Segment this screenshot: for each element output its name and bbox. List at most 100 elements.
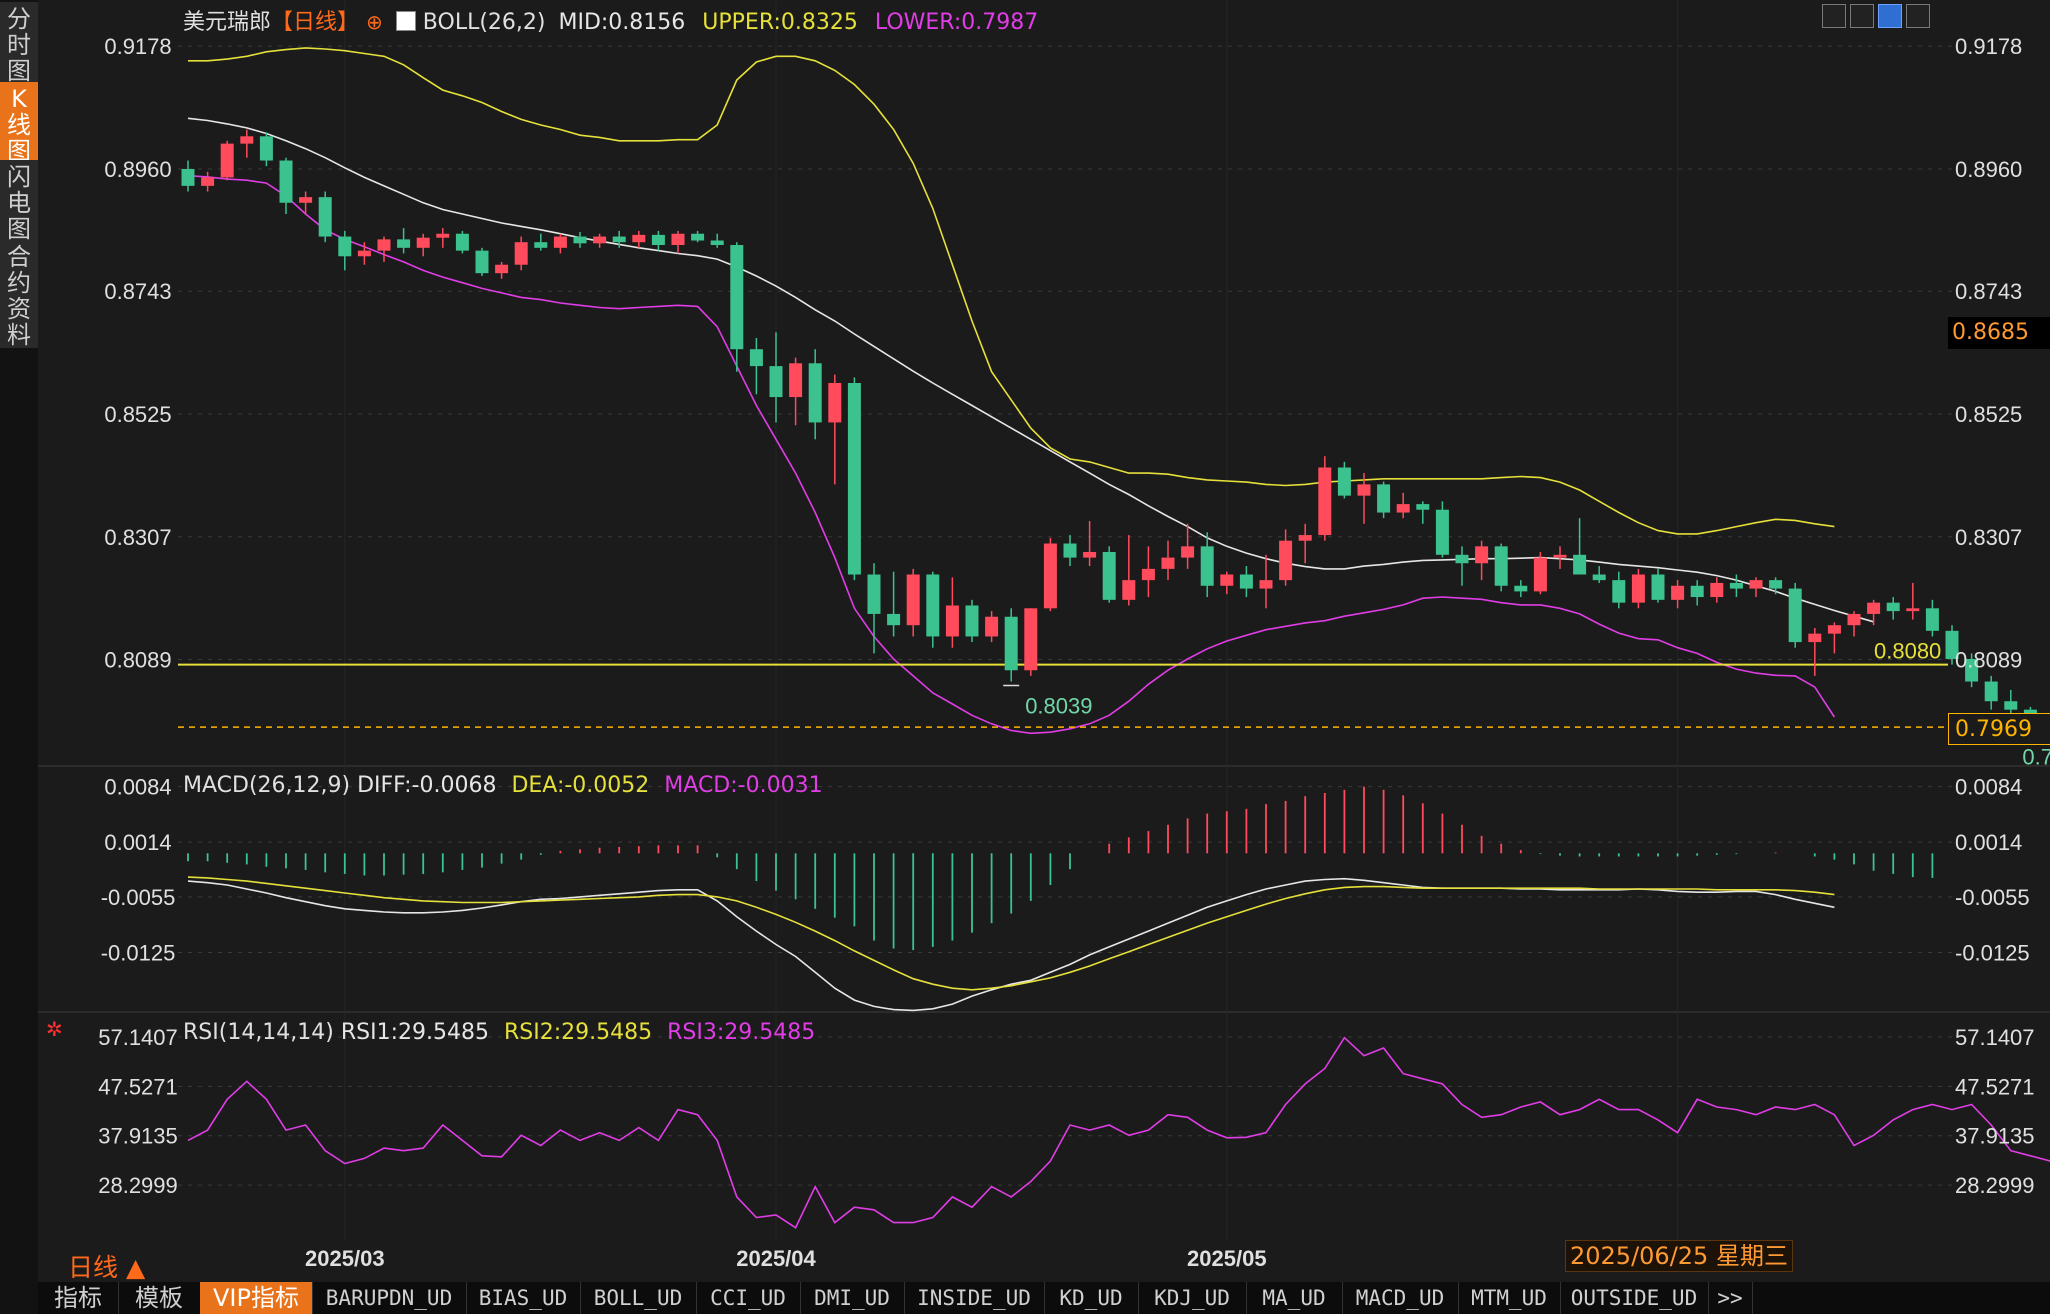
tab-barupdn[interactable]: BARUPDN_UD: [312, 1282, 467, 1314]
candle-body: [377, 239, 391, 251]
more-tabs-button[interactable]: >>: [1708, 1282, 1753, 1314]
candle-body: [1671, 585, 1685, 600]
candle-body: [514, 242, 528, 265]
tab-indicators[interactable]: 指标: [38, 1282, 119, 1314]
price-tick-left: 0.8960: [104, 157, 171, 182]
tab-vip-indicators[interactable]: VIP指标: [200, 1282, 313, 1314]
macd-panel: [187, 786, 1934, 1012]
macd-dea: DEA:-0.0052: [511, 773, 650, 798]
candle-body: [651, 234, 665, 246]
candle-body: [553, 236, 567, 248]
candle-body: [1161, 557, 1175, 569]
boll-name: BOLL(26,2): [422, 10, 546, 35]
tab-macd[interactable]: MACD_UD: [1342, 1282, 1459, 1314]
boll-mid-line: [187, 117, 1874, 623]
tab-templates[interactable]: 模板: [118, 1282, 201, 1314]
tab-ma[interactable]: MA_UD: [1246, 1282, 1343, 1314]
macd-diff: DIFF:-0.0068: [357, 773, 497, 798]
tab-kline[interactable]: K线图: [0, 82, 38, 164]
candle-body: [1533, 557, 1547, 592]
candle-body: [1043, 543, 1057, 609]
price-tick-right: 0.8525: [1955, 402, 2022, 427]
tab-kdj[interactable]: KDJ_UD: [1138, 1282, 1247, 1314]
candle-body: [1279, 540, 1293, 581]
candle-body: [1514, 585, 1528, 592]
candle-body: [2004, 701, 2018, 710]
candle-body: [299, 197, 313, 203]
price-tick-left: 0.8089: [104, 648, 171, 673]
macd-tick-right: 0.0014: [1955, 830, 2022, 855]
candle-body: [1181, 546, 1195, 558]
candle-body: [475, 250, 489, 274]
candle-body: [1318, 467, 1332, 536]
rsi-panel-header: RSI(14,14,14) RSI1:29.5485 RSI2:29.5485 …: [183, 1020, 815, 1045]
chart-svg[interactable]: 0.8080 0.9178 0.9178 0.8960 0.8960 0.8743 0.8…: [38, 0, 2050, 1282]
candle-body: [1749, 580, 1763, 589]
price-panel-header: 美元瑞郎【日线】 ⊕ BOLL(26,2) MID:0.8156 UPPER:0…: [183, 4, 1038, 36]
settings-gear-icon[interactable]: ✲: [46, 1017, 63, 1041]
candle-body: [769, 366, 783, 398]
candle-body: [945, 605, 959, 637]
candle-body: [357, 250, 371, 257]
candle-body: [455, 233, 469, 251]
last-price-label: 0.7969: [1948, 713, 2050, 745]
candle-body: [573, 236, 587, 244]
candle-body: [730, 245, 744, 350]
tab-dmi[interactable]: DMI_UD: [800, 1282, 905, 1314]
macd-tick-left: 0.0084: [104, 775, 171, 800]
price-tick-right: 0.8960: [1955, 157, 2022, 182]
candle-body: [1259, 580, 1273, 589]
sidebar: 分时图 K线图 闪电图 合约资料: [0, 0, 38, 1314]
tab-outside[interactable]: OUTSIDE_UD: [1560, 1282, 1709, 1314]
candle-body: [1239, 574, 1253, 589]
candle-body: [867, 574, 881, 614]
rsi1-value: RSI1:29.5485: [340, 1020, 489, 1045]
price-tick-right: 0.8307: [1955, 525, 2022, 550]
crosshair-icon[interactable]: [1822, 4, 1846, 28]
date-tick: 2025/03: [305, 1246, 385, 1271]
chart-area[interactable]: 0.8080 0.9178 0.9178 0.8960 0.8960 0.8743 0.8…: [38, 0, 2050, 1282]
grid: [38, 0, 2050, 1240]
tab-contract-info[interactable]: 合约资料: [0, 240, 38, 348]
axes: 0.9178 0.9178 0.8960 0.8960 0.8743 0.8743 0.85…: [98, 34, 2034, 1271]
rsi-tick-right: 28.2999: [1955, 1173, 2035, 1198]
tab-kd[interactable]: KD_UD: [1044, 1282, 1139, 1314]
candle-body: [1435, 509, 1449, 555]
candle-body: [1867, 602, 1881, 614]
macd-tick-left: -0.0125: [101, 940, 176, 965]
candle-body: [926, 574, 940, 637]
candle-body: [808, 363, 822, 423]
candle-body: [1004, 616, 1018, 671]
add-icon[interactable]: ⊕: [366, 10, 383, 34]
candle-body: [338, 236, 352, 257]
indicator-settings-icon[interactable]: [395, 11, 416, 31]
layout-icon[interactable]: [1878, 4, 1902, 28]
candle-body: [397, 239, 411, 248]
price-tick-right: 0.9178: [1955, 34, 2022, 59]
candle-body: [906, 574, 920, 626]
candle-body: [416, 237, 430, 248]
candle-body: [1396, 504, 1410, 513]
tab-flash-chart[interactable]: 闪电图: [0, 160, 38, 242]
candle-body: [1377, 484, 1391, 513]
tab-timeshare[interactable]: 分时图: [0, 2, 38, 84]
date-tick: 2025/04: [736, 1246, 816, 1271]
candle-body: [985, 616, 999, 637]
candle-body: [1886, 602, 1900, 612]
candle-body: [749, 349, 763, 367]
tab-cci[interactable]: CCI_UD: [696, 1282, 801, 1314]
expand-icon[interactable]: [1906, 4, 1930, 28]
rsi-tick-right: 37.9135: [1955, 1124, 2035, 1149]
bar-style-icon[interactable]: [1850, 4, 1874, 28]
rsi-tick-left: 57.1407: [98, 1025, 178, 1050]
indicator-tab-bar: 指标 模板 VIP指标 BARUPDN_UD BIAS_UD BOLL_UD C…: [38, 1282, 2050, 1314]
candle-body: [710, 240, 724, 246]
period-selector[interactable]: 日线 ▲: [68, 1248, 145, 1284]
candle-body: [1357, 484, 1371, 496]
tab-bias[interactable]: BIAS_UD: [466, 1282, 581, 1314]
tab-inside[interactable]: INSIDE_UD: [904, 1282, 1045, 1314]
tab-mtm[interactable]: MTM_UD: [1458, 1282, 1561, 1314]
candle-body: [1553, 554, 1567, 558]
candle-body: [201, 177, 215, 186]
tab-boll[interactable]: BOLL_UD: [580, 1282, 697, 1314]
